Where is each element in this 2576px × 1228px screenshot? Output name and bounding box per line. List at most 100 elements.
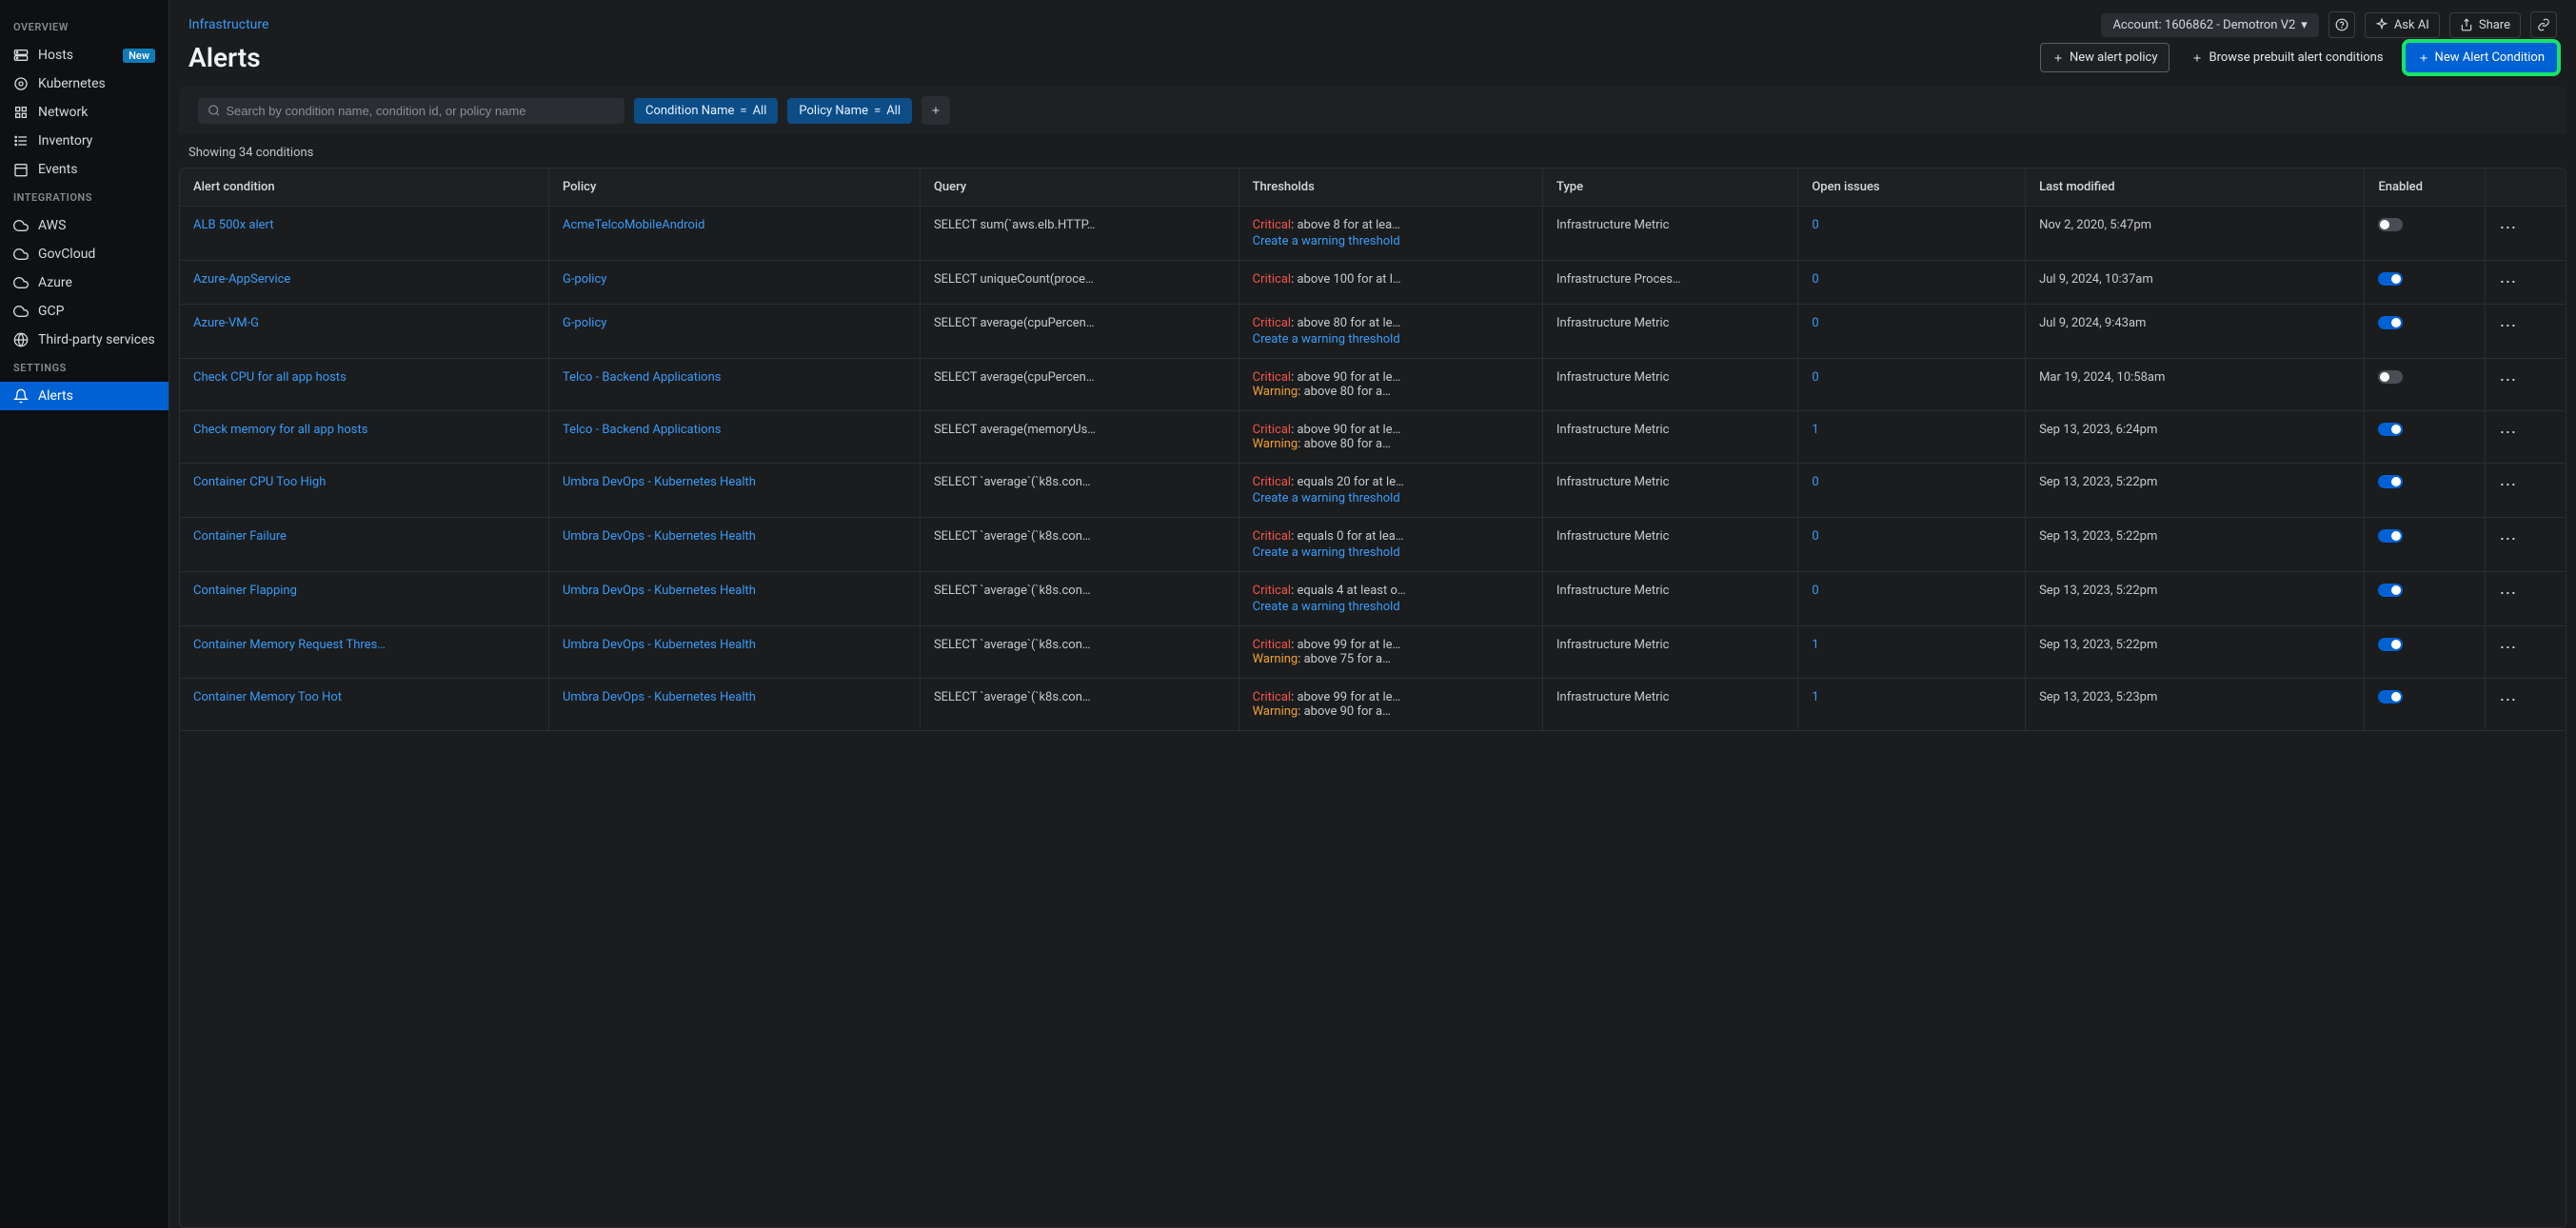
query-text: SELECT sum(`aws.elb.HTTP…	[934, 218, 1225, 232]
sidebar-item-third-party-services[interactable]: Third-party services	[0, 326, 168, 354]
condition-link[interactable]: ALB 500x alert	[193, 218, 535, 232]
create-warning-link[interactable]: Create a warning threshold	[1253, 332, 1529, 347]
policy-link[interactable]: Umbra DevOps - Kubernetes Health	[563, 690, 906, 704]
policy-link[interactable]: G-policy	[563, 272, 906, 287]
enabled-toggle[interactable]	[2378, 638, 2403, 651]
enabled-toggle[interactable]	[2378, 218, 2403, 231]
condition-link[interactable]: Azure-AppService	[193, 272, 535, 287]
new-alert-policy-button[interactable]: New alert policy	[2040, 43, 2170, 72]
enabled-toggle[interactable]	[2378, 370, 2403, 384]
sidebar-item-label: AWS	[38, 218, 66, 233]
policy-link[interactable]: Telco - Backend Applications	[563, 370, 906, 385]
create-warning-link[interactable]: Create a warning threshold	[1253, 491, 1529, 505]
col-query[interactable]: Query	[920, 168, 1238, 207]
condition-link[interactable]: Container Flapping	[193, 584, 535, 598]
col-open-issues[interactable]: Open issues	[1798, 168, 2026, 207]
last-modified: Jul 9, 2024, 9:43am	[2026, 305, 2365, 359]
row-actions-menu[interactable]: ⋯	[2499, 370, 2517, 390]
open-issues-link[interactable]: 0	[1812, 218, 1818, 232]
browse-prebuilt-button[interactable]: Browse prebuilt alert conditions	[2179, 43, 2395, 72]
policy-link[interactable]: Umbra DevOps - Kubernetes Health	[563, 475, 906, 489]
enabled-toggle[interactable]	[2378, 316, 2403, 329]
sidebar-item-kubernetes[interactable]: Kubernetes	[0, 69, 168, 98]
row-actions-menu[interactable]: ⋯	[2499, 475, 2517, 495]
create-warning-link[interactable]: Create a warning threshold	[1253, 545, 1529, 560]
enabled-toggle[interactable]	[2378, 272, 2403, 286]
threshold-critical: Critical: above 80 for at le…	[1253, 316, 1529, 330]
condition-link[interactable]: Check memory for all app hosts	[193, 423, 535, 437]
sidebar-item-govcloud[interactable]: GovCloud	[0, 240, 168, 268]
enabled-toggle[interactable]	[2378, 584, 2403, 597]
type-text: Infrastructure Metric	[1556, 218, 1784, 232]
condition-link[interactable]: Container Failure	[193, 529, 535, 544]
enabled-toggle[interactable]	[2378, 690, 2403, 703]
row-actions-menu[interactable]: ⋯	[2499, 423, 2517, 443]
query-text: SELECT average(cpuPercen…	[934, 316, 1225, 330]
sidebar-item-inventory[interactable]: Inventory	[0, 127, 168, 155]
policy-link[interactable]: AcmeTelcoMobileAndroid	[563, 218, 906, 232]
type-text: Infrastructure Metric	[1556, 475, 1784, 489]
condition-link[interactable]: Container CPU Too High	[193, 475, 535, 489]
col-alert-condition[interactable]: Alert condition	[180, 168, 548, 207]
row-actions-menu[interactable]: ⋯	[2499, 218, 2517, 238]
row-actions-menu[interactable]: ⋯	[2499, 529, 2517, 549]
row-actions-menu[interactable]: ⋯	[2499, 316, 2517, 336]
open-issues-link[interactable]: 0	[1812, 272, 1818, 287]
col-policy[interactable]: Policy	[548, 168, 920, 207]
policy-link[interactable]: Telco - Backend Applications	[563, 423, 906, 437]
share-button[interactable]: Share	[2449, 12, 2521, 38]
create-warning-link[interactable]: Create a warning threshold	[1253, 600, 1529, 614]
condition-link[interactable]: Check CPU for all app hosts	[193, 370, 535, 385]
col-enabled[interactable]: Enabled	[2365, 168, 2486, 207]
policy-link[interactable]: Umbra DevOps - Kubernetes Health	[563, 638, 906, 652]
condition-link[interactable]: Container Memory Request Thres…	[193, 638, 535, 652]
sidebar-item-hosts[interactable]: HostsNew	[0, 41, 168, 69]
row-actions-menu[interactable]: ⋯	[2499, 690, 2517, 710]
enabled-toggle[interactable]	[2378, 475, 2403, 488]
sidebar-item-label: Events	[38, 162, 77, 177]
sidebar-item-aws[interactable]: AWS	[0, 211, 168, 240]
alerts-table: Alert condition Policy Query Thresholds …	[180, 168, 2566, 731]
condition-link[interactable]: Azure-VM-G	[193, 316, 535, 330]
permalink-button[interactable]	[2530, 11, 2557, 38]
add-filter-button[interactable]	[921, 96, 950, 125]
sidebar-item-gcp[interactable]: GCP	[0, 297, 168, 326]
open-issues-link[interactable]: 1	[1812, 638, 1818, 652]
sidebar-item-alerts[interactable]: Alerts	[0, 382, 168, 410]
server-icon	[13, 48, 29, 63]
open-issues-link[interactable]: 0	[1812, 584, 1818, 598]
topbar: Infrastructure Account: 1606862 - Demotr…	[169, 0, 2576, 42]
open-issues-link[interactable]: 0	[1812, 529, 1818, 544]
sidebar-item-network[interactable]: Network	[0, 98, 168, 127]
create-warning-link[interactable]: Create a warning threshold	[1253, 234, 1529, 248]
policy-link[interactable]: Umbra DevOps - Kubernetes Health	[563, 529, 906, 544]
filter-condition-name[interactable]: Condition Name = All	[634, 98, 778, 124]
enabled-toggle[interactable]	[2378, 529, 2403, 543]
enabled-toggle[interactable]	[2378, 423, 2403, 436]
condition-link[interactable]: Container Memory Too Hot	[193, 690, 535, 704]
new-alert-condition-button[interactable]: New Alert Condition	[2406, 43, 2557, 72]
row-actions-menu[interactable]: ⋯	[2499, 272, 2517, 292]
sidebar-item-azure[interactable]: Azure	[0, 268, 168, 297]
open-issues-link[interactable]: 1	[1812, 423, 1818, 437]
row-actions-menu[interactable]: ⋯	[2499, 584, 2517, 604]
open-issues-link[interactable]: 0	[1812, 316, 1818, 330]
col-type[interactable]: Type	[1543, 168, 1798, 207]
search-input[interactable]	[226, 104, 615, 118]
policy-link[interactable]: Umbra DevOps - Kubernetes Health	[563, 584, 906, 598]
col-last-modified[interactable]: Last modified	[2026, 168, 2365, 207]
filter-policy-name[interactable]: Policy Name = All	[787, 98, 912, 124]
sidebar-item-events[interactable]: Events	[0, 155, 168, 184]
open-issues-link[interactable]: 0	[1812, 475, 1818, 489]
col-thresholds[interactable]: Thresholds	[1238, 168, 1542, 207]
open-issues-link[interactable]: 0	[1812, 370, 1818, 385]
help-button[interactable]	[2328, 11, 2355, 38]
open-issues-link[interactable]: 1	[1812, 690, 1818, 704]
query-text: SELECT `average`(`k8s.con…	[934, 475, 1225, 489]
breadcrumb[interactable]: Infrastructure	[188, 17, 268, 32]
account-selector[interactable]: Account: 1606862 - Demotron V2 ▾	[2101, 13, 2318, 37]
policy-link[interactable]: G-policy	[563, 316, 906, 330]
filter-label: Policy Name	[799, 104, 868, 118]
ask-ai-button[interactable]: Ask AI	[2365, 12, 2440, 38]
row-actions-menu[interactable]: ⋯	[2499, 638, 2517, 658]
